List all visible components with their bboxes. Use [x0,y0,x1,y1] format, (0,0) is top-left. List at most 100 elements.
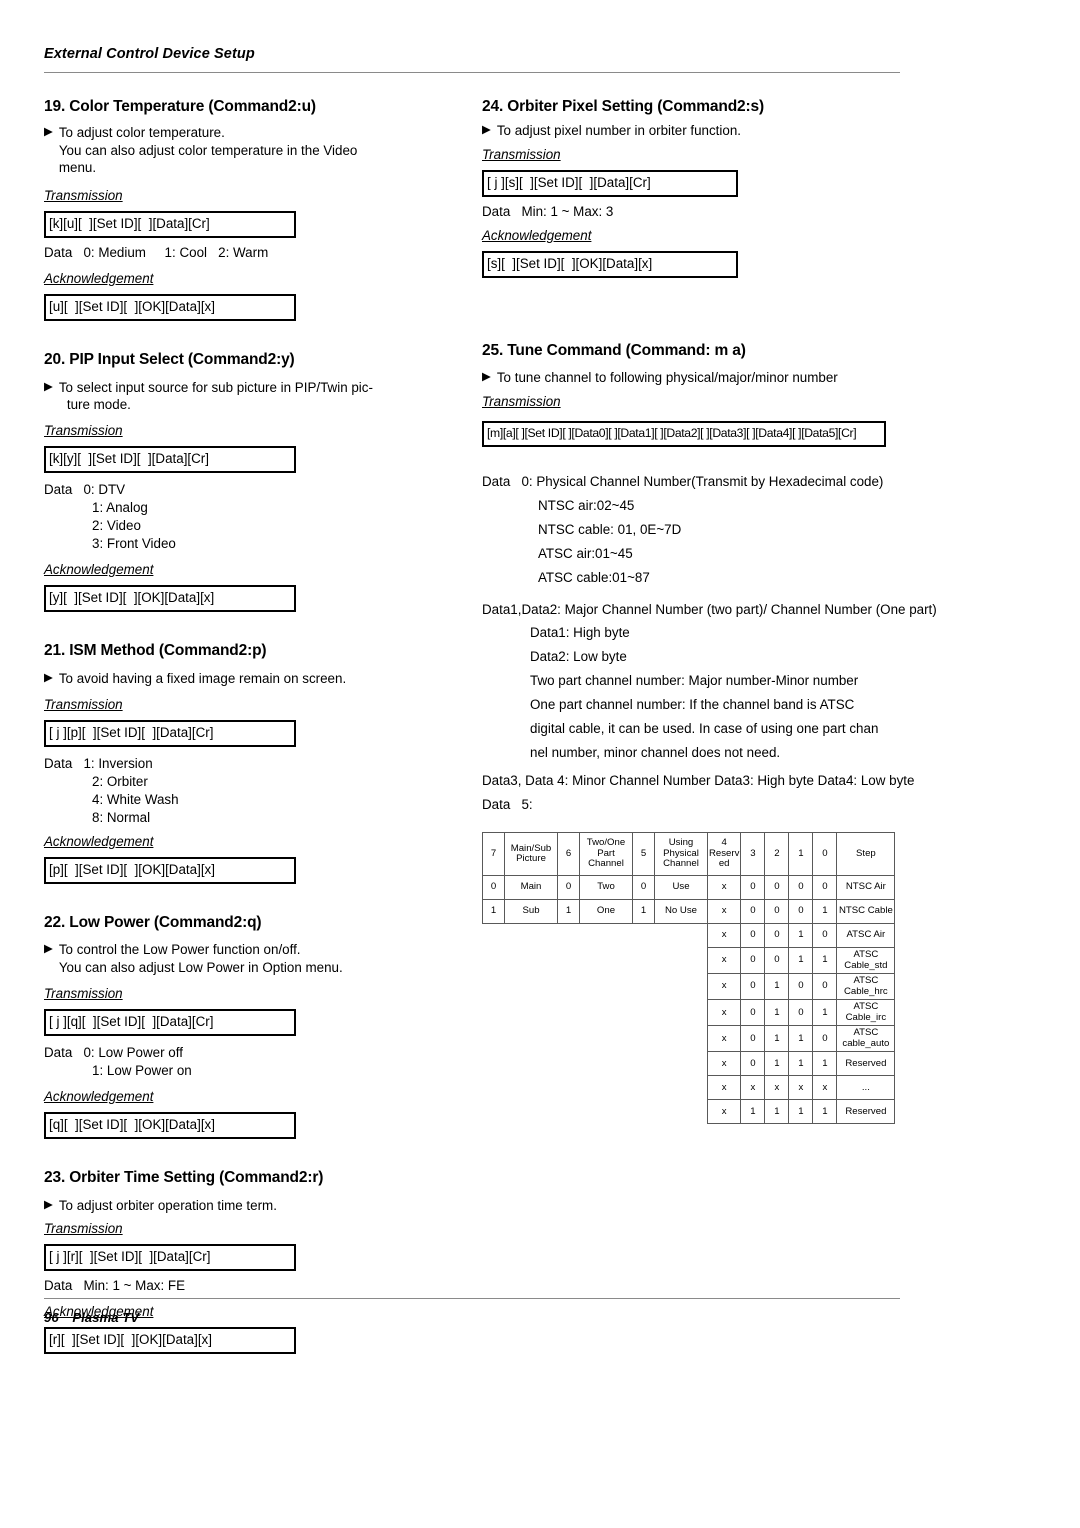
section-25-transmission-label: Transmission [482,394,561,410]
table-row: x 0 1 1 0 ATSC cable_auto [483,1025,896,1053]
footer-product-name: Plasma TV [72,1310,140,1325]
cell-bit3: 0 [740,947,766,975]
table-empty-span [483,1076,708,1100]
play-triangle-icon: ▶ [482,123,491,136]
cell-main-sub: Main [504,875,558,901]
cell-bit4: x [706,899,742,925]
cell-two-one: One [579,899,633,925]
section-19-transmission-code: [k][u][ ][Set ID][ ][Data][Cr] [44,210,296,238]
th-bit0: 0 [812,832,838,877]
section-21-desc-line1: To avoid having a fixed image remain on … [58,670,347,686]
section-24-description: ▶ To adjust pixel number in orbiter func… [482,122,902,140]
section-23-transmission-code: [ j ][r][ ][Set ID][ ][Data][Cr] [44,1244,296,1272]
table-empty-span [483,1026,708,1052]
section-25-transmission-code: [m][a][ ][Set ID][ ][Data0][ ][Data1][ ]… [482,421,886,447]
section-23: 23. Orbiter Time Setting (Command2:r) ▶ … [44,1169,454,1355]
section-19-desc-line3: menu. [58,160,97,176]
section-25-description: ▶ To tune channel to following physical/… [482,369,902,387]
cell-bit2: 1 [764,1051,790,1077]
cell-using-physical: Use [654,875,708,901]
th-bit2: 2 [764,832,790,877]
section-24: 24. Orbiter Pixel Setting (Command2:s) ▶… [482,98,902,278]
th-bit6: 6 [557,832,580,877]
th-step: Step [836,832,896,877]
cell-bit0: 1 [812,1051,838,1077]
section-22-data-item-0: 1: Low Power on [92,1062,192,1078]
section-20-description: ▶ To select input source for sub picture… [44,379,454,414]
footer-divider [44,1298,900,1299]
section-22-data-head: Data 0: Low Power off [44,1044,183,1060]
section-19-transmission-label: Transmission [44,187,123,203]
table-empty-span [483,948,708,974]
th-main-sub-picture: Main/Sub Picture [504,832,558,877]
section-25-data0-item-0: NTSC air:02~45 [538,497,635,513]
section-25-heading: 25. Tune Command (Command: m a) [482,341,746,359]
cell-bit4: x [706,999,742,1027]
section-22-transmission-code: [ j ][q][ ][Set ID][ ][Data][Cr] [44,1008,296,1036]
cell-bit5: 1 [632,899,655,925]
cell-step: Reserved [836,1099,896,1125]
cell-bit4: x [706,1051,742,1077]
cell-bit1: 1 [788,1051,814,1077]
cell-bit0: x [812,1075,838,1101]
th-bit4-reserved: 4 Reserv ed [706,832,742,877]
section-22-ack-label: Acknowledgement [44,1088,154,1104]
table-row: x 0 1 1 1 Reserved [483,1051,896,1077]
section-25-data5-line: Data 5: [482,797,533,813]
section-24-heading: 24. Orbiter Pixel Setting (Command2:s) [482,98,764,115]
section-19-data-line: Data 0: Medium 1: Cool 2: Warm [44,244,269,260]
cell-bit1: 0 [788,899,814,925]
cell-bit0: 1 [812,999,838,1027]
cell-step: NTSC Cable [836,899,896,925]
section-24-ack-code: [s][ ][Set ID][ ][OK][Data][x] [482,250,738,278]
th-bit5: 5 [632,832,655,877]
table-row: 0 Main 0 Two 0 Use x 0 0 0 0 NTSC Air [482,875,896,901]
cell-bit2: 1 [764,973,790,1001]
footer-page-number: 96 [44,1310,59,1325]
section-25-desc-line1: To tune channel to following physical/ma… [496,370,838,386]
section-21-data-item-2: 8: Normal [92,809,151,825]
cell-two-one: Two [579,875,633,901]
left-column: 19. Color Temperature (Command2:u) ▶ To … [44,98,454,1355]
section-20-transmission-label: Transmission [44,423,123,439]
section-20-transmission-code: [k][y][ ][Set ID][ ][Data][Cr] [44,446,296,474]
cell-bit3: 0 [740,1051,766,1077]
cell-bit2: x [764,1075,790,1101]
cell-step: Reserved [836,1051,896,1077]
cell-bit3: 0 [740,923,766,949]
cell-bit1: x [788,1075,814,1101]
section-19: 19. Color Temperature (Command2:u) ▶ To … [44,98,454,321]
cell-main-sub: Sub [504,899,558,925]
cell-bit0: 0 [812,1025,838,1053]
section-23-transmission-label: Transmission [44,1221,123,1237]
th-bit7: 7 [482,832,505,877]
table-empty-span [483,1000,708,1026]
section-22-desc-line1: To control the Low Power function on/off… [58,942,301,958]
document-page: External Control Device Setup 19. Color … [0,0,1080,1528]
cell-bit3: 0 [740,973,766,1001]
header-divider [44,72,900,73]
cell-bit4: x [706,1099,742,1125]
cell-bit3: 0 [740,999,766,1027]
cell-bit2: 0 [764,875,790,901]
section-25-data12-item-0: Data1: High byte [530,625,630,641]
table-row: x x x x x ... [483,1075,896,1101]
cell-bit7: 0 [482,875,505,901]
section-21-ack-code: [p][ ][Set ID][ ][OK][Data][x] [44,856,296,884]
cell-bit4: x [706,947,742,975]
cell-bit4: x [706,1025,742,1053]
section-19-desc-line2: You can also adjust color temperature in… [58,142,358,158]
section-20: 20. PIP Input Select (Command2:y) ▶ To s… [44,351,454,613]
cell-bit2: 0 [764,923,790,949]
cell-bit2: 0 [764,947,790,975]
th-bit1: 1 [788,832,814,877]
section-25-data0-item-2: ATSC air:01~45 [538,545,633,561]
section-23-desc-line1: To adjust orbiter operation time term. [58,1197,277,1213]
section-25-data12-item-3: One part channel number: If the channel … [530,697,855,713]
cell-bit2: 1 [764,1025,790,1053]
bit-allocation-table: 7 Main/Sub Picture 6 Two/One Part Channe… [482,832,896,1125]
cell-bit3: 0 [740,875,766,901]
cell-bit1: 1 [788,947,814,975]
section-19-heading: 19. Color Temperature (Command2:u) [44,98,316,115]
th-two-one-part-channel: Two/One Part Channel [579,832,633,877]
